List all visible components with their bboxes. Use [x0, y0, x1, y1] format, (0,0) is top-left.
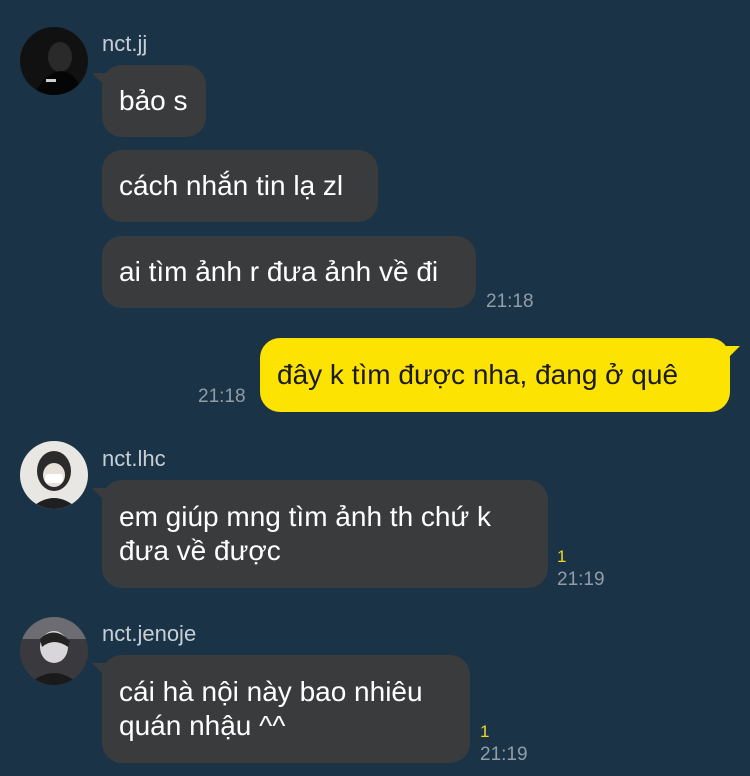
message-text: bảo s	[119, 85, 188, 116]
avatar[interactable]	[20, 441, 88, 509]
message-timestamp: 21:18	[198, 386, 246, 407]
avatar[interactable]	[20, 617, 88, 685]
unread-count: 1	[557, 547, 567, 566]
message-bubble[interactable]: bảo s	[92, 65, 206, 137]
message-text: em giúp mng tìm ảnh th chứ k đưa về được	[119, 501, 492, 566]
message-timestamp: 21:19	[480, 744, 528, 765]
sender-name: nct.lhc	[102, 446, 166, 471]
message-bubble[interactable]: cách nhắn tin lạ zl	[102, 150, 378, 222]
message-bubble[interactable]: em giúp mng tìm ảnh th chứ k đưa về được	[92, 480, 548, 588]
unread-count: 1	[480, 722, 490, 741]
message-text: cách nhắn tin lạ zl	[119, 170, 344, 201]
profile-photo-icon	[20, 617, 88, 685]
sender-name: nct.jenoje	[102, 621, 197, 646]
outgoing-message-bubble[interactable]: đây k tìm được nha, đang ở quê	[260, 338, 740, 412]
message-bubble[interactable]: ai tìm ảnh r đưa ảnh về đi	[102, 236, 476, 308]
message-text: đây k tìm được nha, đang ở quê	[277, 359, 679, 390]
message-timestamp: 21:19	[557, 569, 605, 590]
message-text: cái hà nội này bao nhiêu quán nhậu ^^	[119, 676, 423, 741]
profile-photo-icon	[20, 27, 88, 95]
chat-thread: nct.jj bảo s cách nhắn tin lạ zl ai tìm …	[0, 0, 750, 776]
message-text: ai tìm ảnh r đưa ảnh về đi	[119, 256, 439, 287]
avatar[interactable]	[20, 27, 88, 95]
sender-name: nct.jj	[102, 31, 148, 56]
message-timestamp: 21:18	[486, 291, 534, 312]
profile-photo-icon	[20, 441, 88, 509]
message-bubble[interactable]: cái hà nội này bao nhiêu quán nhậu ^^	[92, 655, 470, 763]
